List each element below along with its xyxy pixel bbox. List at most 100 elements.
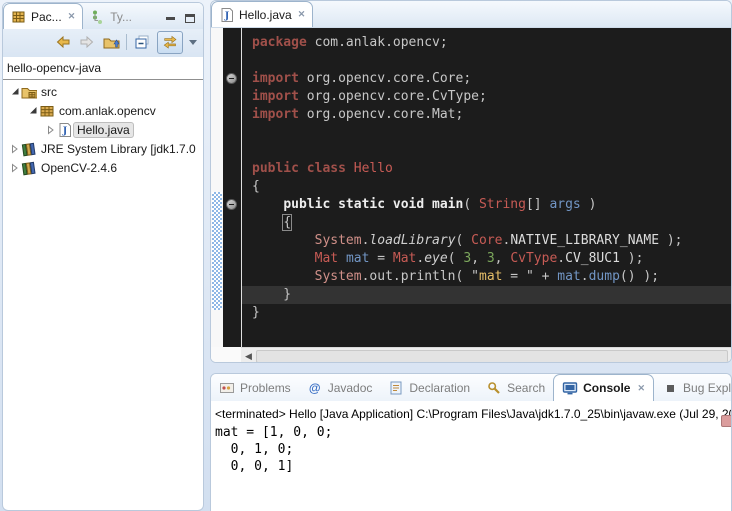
svg-text:J: J: [224, 11, 229, 21]
tab-label: Bug Explorer: [683, 381, 732, 395]
collapse-arrow-icon[interactable]: [27, 105, 39, 117]
code-line-12[interactable]: System.loadLibrary( Core.NATIVE_LIBRARY_…: [252, 232, 731, 250]
code-line-4[interactable]: import org.opencv.core.CvType;: [252, 88, 731, 106]
toolbar-separator: [126, 34, 127, 50]
code-line-5[interactable]: import org.opencv.core.Mat;: [252, 106, 731, 124]
tree-item-hello-java[interactable]: J Hello.java: [3, 120, 203, 139]
console-output[interactable]: mat = [1, 0, 0; 0, 1, 0; 0, 0, 1]: [215, 424, 731, 475]
code-line-9[interactable]: {: [252, 178, 731, 196]
java-file-icon: J: [219, 7, 235, 23]
tab-package-explorer[interactable]: Pac... ✕: [3, 3, 83, 29]
expand-arrow-icon[interactable]: [9, 143, 21, 155]
editor-body: package com.anlak.opencv; import org.open…: [211, 28, 731, 347]
tab-label: Search: [507, 381, 545, 395]
code-line-14[interactable]: System.out.println( "mat = " + mat.dump(…: [252, 268, 731, 286]
package-icon: [39, 103, 55, 119]
bug-square-icon: [662, 380, 678, 396]
tree-item-label: com.anlak.opencv: [55, 103, 160, 119]
tab-problems[interactable]: Problems: [211, 375, 299, 401]
code-line-11[interactable]: {: [252, 214, 731, 232]
tab-console[interactable]: Console ✕: [553, 374, 654, 401]
console-icon: [562, 380, 578, 396]
code-line-10[interactable]: public static void main( String[] args ): [252, 196, 731, 214]
package-tree: src com.anlak.opencv J Hello.java JRE System…: [3, 82, 203, 177]
fold-gutter[interactable]: [223, 28, 241, 347]
close-icon[interactable]: ✕: [298, 9, 306, 20]
tree-item-jre-system-library-jdk1-7-0[interactable]: JRE System Library [jdk1.7.0: [3, 139, 203, 158]
library-icon: [21, 160, 37, 176]
tab-label: Console: [583, 381, 630, 395]
code-line-8[interactable]: public class Hello: [252, 160, 731, 178]
library-icon: [21, 141, 37, 157]
collapse-arrow-icon[interactable]: [9, 86, 21, 98]
tree-item-label: Hello.java: [73, 122, 134, 138]
tab-label: Pac...: [31, 10, 62, 24]
tab-label: Declaration: [409, 381, 470, 395]
tree-item-label: src: [37, 84, 61, 100]
console-body: <terminated> Hello [Java Application] C:…: [211, 407, 731, 511]
editor-hscrollbar[interactable]: ◀: [241, 347, 731, 363]
package-folder-icon: [21, 84, 37, 100]
svg-text:J: J: [62, 126, 67, 136]
code-line-6[interactable]: [252, 124, 731, 142]
package-explorer-icon: [11, 9, 27, 25]
package-explorer-toolbar: [3, 29, 203, 57]
tab-type-hierarchy[interactable]: Ty...: [83, 4, 139, 29]
tab-label: Javadoc: [328, 381, 373, 395]
tab-label: Problems: [240, 381, 291, 395]
link-with-editor-button[interactable]: [157, 31, 183, 54]
code-line-15[interactable]: }: [242, 286, 731, 304]
editor-bottom: ◀: [211, 347, 731, 363]
code-line-16[interactable]: }: [252, 304, 731, 322]
tab-search[interactable]: Search: [478, 375, 553, 401]
left-tabbar: Pac... ✕ Ty...: [3, 3, 203, 29]
tab-declaration[interactable]: Declaration: [380, 375, 478, 401]
pane-window-buttons: [166, 14, 203, 29]
back-arrow-icon[interactable]: [54, 33, 72, 51]
expand-arrow-icon[interactable]: [9, 162, 21, 174]
problems-icon: [219, 380, 235, 396]
code-line-3[interactable]: import org.opencv.core.Core;: [252, 70, 731, 88]
editor-tabbar: J Hello.java ✕: [211, 1, 731, 28]
tab-hello-java[interactable]: J Hello.java ✕: [211, 1, 313, 27]
view-menu-icon[interactable]: [189, 40, 197, 45]
minimize-icon[interactable]: [166, 17, 175, 20]
annotation-ruler[interactable]: [211, 28, 223, 347]
root-separator: [3, 79, 203, 80]
code-line-7[interactable]: [252, 142, 731, 160]
terminate-button[interactable]: [721, 415, 732, 427]
close-icon[interactable]: ✕: [68, 11, 76, 22]
code-line-2[interactable]: [252, 52, 731, 70]
close-icon[interactable]: ✕: [637, 383, 645, 394]
tree-item-src[interactable]: src: [3, 82, 203, 101]
hscrollbar-thumb[interactable]: [256, 350, 728, 363]
code-line-1[interactable]: package com.anlak.opencv;: [252, 34, 731, 52]
tab-bug-explorer[interactable]: Bug Explorer: [654, 375, 732, 401]
java-file-icon: J: [57, 122, 73, 138]
fold-collapse-icon[interactable]: [226, 73, 237, 84]
left-pane-header: Pac... ✕ Ty...: [3, 3, 203, 57]
maximize-icon[interactable]: [185, 14, 195, 23]
tab-javadoc[interactable]: @ Javadoc: [299, 375, 381, 401]
package-explorer-tree-area: hello-opencv-java src com.anlak.opencv J He…: [3, 57, 203, 177]
fold-collapse-icon[interactable]: [226, 199, 237, 210]
collapse-all-icon[interactable]: [133, 33, 151, 51]
tab-label: Ty...: [110, 10, 132, 24]
editor-pane: J Hello.java ✕ package com.anlak.opencv;…: [210, 0, 732, 363]
package-explorer-pane: Pac... ✕ Ty...: [2, 2, 204, 511]
expand-arrow-icon[interactable]: [45, 124, 57, 136]
project-root-label[interactable]: hello-opencv-java: [3, 57, 203, 77]
bottom-tabbar: Problems @ Javadoc Declaration Search Console…: [211, 374, 731, 401]
up-folder-icon[interactable]: [102, 33, 120, 51]
code-line-13[interactable]: Mat mat = Mat.eye( 3, 3, CvType.CV_8UC1 …: [252, 250, 731, 268]
scroll-left-icon[interactable]: ◀: [241, 351, 256, 362]
code-editor[interactable]: package com.anlak.opencv; import org.open…: [241, 28, 731, 347]
tree-item-com-anlak-opencv[interactable]: com.anlak.opencv: [3, 101, 203, 120]
forward-arrow-icon[interactable]: [78, 33, 96, 51]
tree-item-label: OpenCV-2.4.6: [37, 160, 121, 176]
javadoc-icon: @: [307, 380, 323, 396]
declaration-icon: [388, 380, 404, 396]
tree-item-opencv-2-4-6[interactable]: OpenCV-2.4.6: [3, 158, 203, 177]
console-process-label: <terminated> Hello [Java Application] C:…: [215, 407, 731, 421]
tree-item-label: JRE System Library [jdk1.7.0: [37, 141, 200, 157]
